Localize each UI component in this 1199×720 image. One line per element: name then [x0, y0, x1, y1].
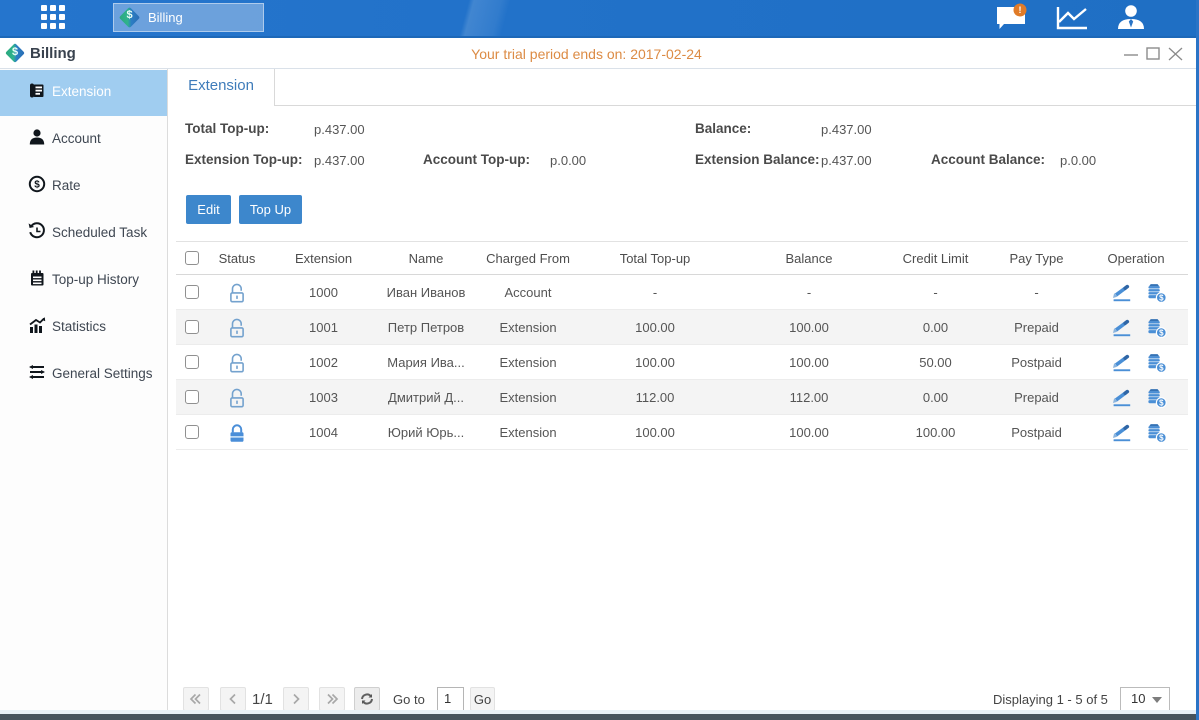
svg-text:$: $: [1159, 433, 1164, 442]
svg-text:$: $: [34, 180, 40, 191]
svg-text:$: $: [1159, 398, 1164, 407]
svg-text:!: !: [1019, 5, 1022, 15]
svg-text:$: $: [1159, 363, 1164, 372]
svg-text:$: $: [1159, 293, 1164, 302]
svg-text:$: $: [1159, 328, 1164, 337]
